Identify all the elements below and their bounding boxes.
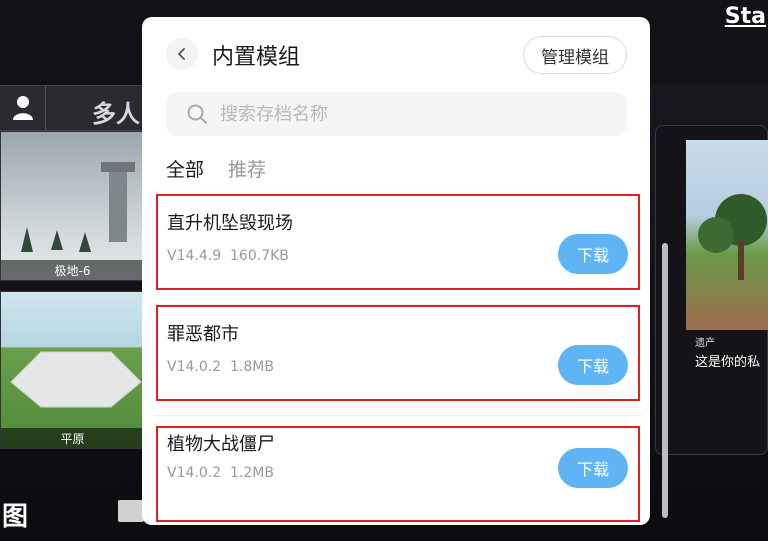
mod-item-helicopter[interactable]: 直升机坠毁现场 V14.4.9 160.7KB 下载 [156, 194, 640, 290]
folder-icon[interactable] [118, 500, 144, 522]
mode-tabbar: 多人 [0, 85, 160, 131]
mod-item-plants-vs-zombies[interactable]: 植物大战僵尸 V14.0.2 1.2MB 下载 [156, 426, 640, 522]
mod-name: 罪恶都市 [167, 324, 239, 345]
tab-all[interactable]: 全部 [166, 155, 204, 182]
bottom-nav-label[interactable]: 图 [2, 496, 28, 533]
map-label: 平原 [1, 428, 144, 448]
map-card-plain[interactable]: 平原 [0, 291, 145, 449]
mod-item-vice-city[interactable]: 罪恶都市 V14.0.2 1.8MB 下载 [156, 305, 640, 401]
mod-size: 1.2MB [230, 465, 274, 481]
user-icon [12, 96, 33, 120]
back-button[interactable] [166, 38, 198, 70]
world-preview-text: 遗产 这是你的私 [695, 334, 760, 370]
list-scrollbar[interactable] [662, 243, 668, 518]
download-button[interactable]: 下载 [558, 345, 628, 385]
download-button[interactable]: 下载 [558, 234, 628, 274]
builtin-mods-dialog: 内置模组 管理模组 全部 推荐 直升机坠毁现场 V14.4.9 160.7KB … [142, 17, 650, 525]
dialog-header: 内置模组 管理模组 [142, 17, 650, 95]
mod-size: 160.7KB [230, 248, 289, 264]
search-icon [187, 104, 207, 124]
map-card-polar[interactable]: 极地-6 [0, 131, 145, 281]
mod-version: V14.0.2 [167, 359, 222, 375]
mod-meta: V14.4.9 160.7KB [167, 248, 289, 264]
polar-map-image [21, 162, 135, 252]
tree-scene-image [698, 194, 767, 280]
mod-meta: V14.0.2 1.8MB [167, 359, 274, 375]
chevron-left-icon [178, 48, 185, 60]
map-label: 极地-6 [1, 260, 144, 280]
mod-name: 直升机坠毁现场 [167, 213, 293, 234]
world-preview-image[interactable] [686, 140, 768, 330]
manage-mods-button[interactable]: 管理模组 [523, 36, 627, 74]
dialog-title: 内置模组 [212, 45, 301, 70]
single-player-tab[interactable] [0, 86, 46, 130]
mod-size: 1.8MB [230, 359, 274, 375]
tab-recommended[interactable]: 推荐 [228, 155, 266, 182]
divider [154, 415, 642, 416]
plain-map-image [10, 351, 142, 408]
world-tag: 遗产 [695, 338, 715, 349]
mod-version: V14.0.2 [167, 465, 222, 481]
mod-meta: V14.0.2 1.2MB [167, 465, 274, 481]
filter-tabs: 全部 推荐 [166, 155, 266, 182]
mod-version: V14.4.9 [167, 248, 222, 264]
mod-list: 直升机坠毁现场 V14.4.9 160.7KB 下载 罪恶都市 V14.0.2 … [142, 192, 650, 525]
search-input[interactable] [220, 103, 600, 125]
search-box[interactable] [166, 92, 627, 136]
world-description: 这是你的私 [695, 355, 761, 370]
start-button[interactable]: Sta [725, 4, 766, 29]
mod-name: 植物大战僵尸 [167, 434, 275, 455]
multiplayer-tab[interactable]: 多人 [92, 94, 140, 129]
download-button[interactable]: 下载 [558, 448, 628, 488]
